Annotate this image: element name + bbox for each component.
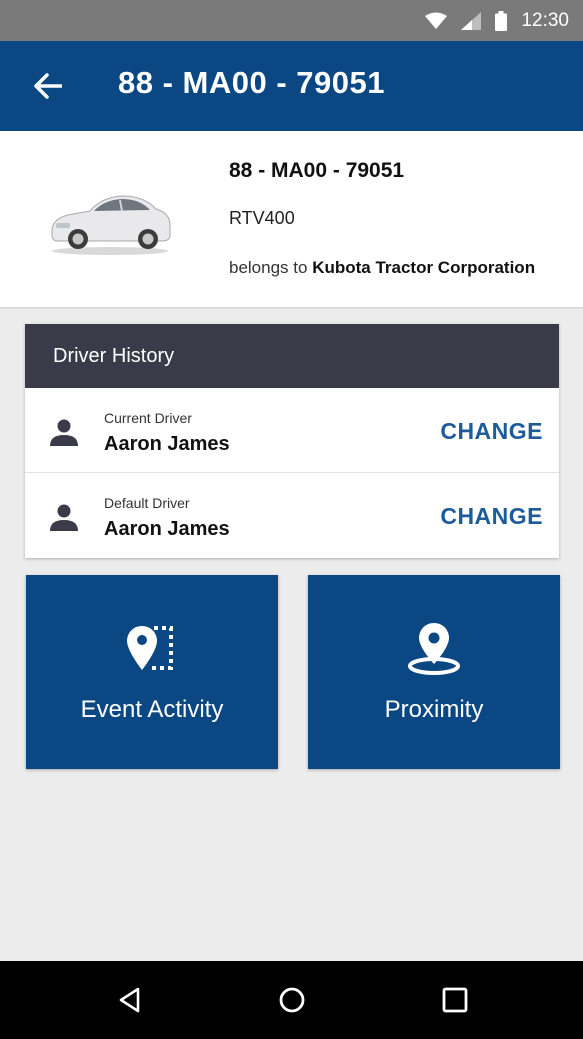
home-circle-icon [279, 987, 305, 1013]
recents-square-icon [442, 987, 468, 1013]
nav-recents-button[interactable] [435, 980, 475, 1020]
event-activity-tile[interactable]: Event Activity [26, 575, 278, 769]
default-driver-row: Default Driver Aaron James CHANGE [25, 473, 559, 557]
event-activity-label: Event Activity [80, 696, 224, 723]
nav-home-button[interactable] [272, 980, 312, 1020]
signal-icon [461, 11, 482, 30]
owner-name: Kubota Tractor Corporation [312, 258, 536, 277]
car-image [51, 195, 171, 255]
change-default-driver-button[interactable]: CHANGE [440, 503, 543, 530]
driver-history-title: Driver History [53, 344, 175, 367]
current-driver-name: Aaron James [104, 433, 230, 455]
status-bar: 12:30 [0, 0, 583, 41]
driver-history-header: Driver History [25, 324, 559, 388]
vehicle-summary-card: 88 - MA00 - 79051 RTV400 belongs to Kubo… [0, 131, 583, 309]
app-bar: 88 - MA00 - 79051 [0, 41, 583, 131]
proximity-pin-icon [404, 619, 464, 679]
vehicle-owner: belongs to Kubota Tractor Corporation [229, 258, 535, 278]
vehicle-model: RTV400 [229, 208, 295, 228]
person-icon [50, 504, 78, 531]
driver-history-card: Driver History Current Driver Aaron Jame… [25, 324, 559, 558]
wifi-icon [425, 12, 448, 29]
nav-back-button[interactable] [110, 980, 150, 1020]
back-triangle-icon [119, 987, 140, 1013]
default-driver-name: Aaron James [104, 518, 230, 540]
vehicle-plate: 88 - MA00 - 79051 [229, 159, 405, 182]
person-icon [50, 419, 78, 446]
event-activity-icon [122, 619, 182, 679]
change-current-driver-button[interactable]: CHANGE [440, 418, 543, 445]
default-driver-label: Default Driver [104, 495, 190, 511]
system-nav-bar [0, 961, 583, 1039]
proximity-tile[interactable]: Proximity [308, 575, 560, 769]
proximity-label: Proximity [384, 696, 484, 723]
page-title: 88 - MA00 - 79051 [118, 65, 385, 100]
status-time: 12:30 [521, 9, 569, 31]
owner-prefix: belongs to [229, 258, 308, 277]
status-icons: 12:30 [425, 0, 569, 41]
current-driver-label: Current Driver [104, 410, 192, 426]
current-driver-row: Current Driver Aaron James CHANGE [25, 388, 559, 473]
back-button[interactable] [28, 66, 68, 106]
battery-icon [495, 10, 508, 31]
arrow-left-icon [34, 73, 62, 99]
